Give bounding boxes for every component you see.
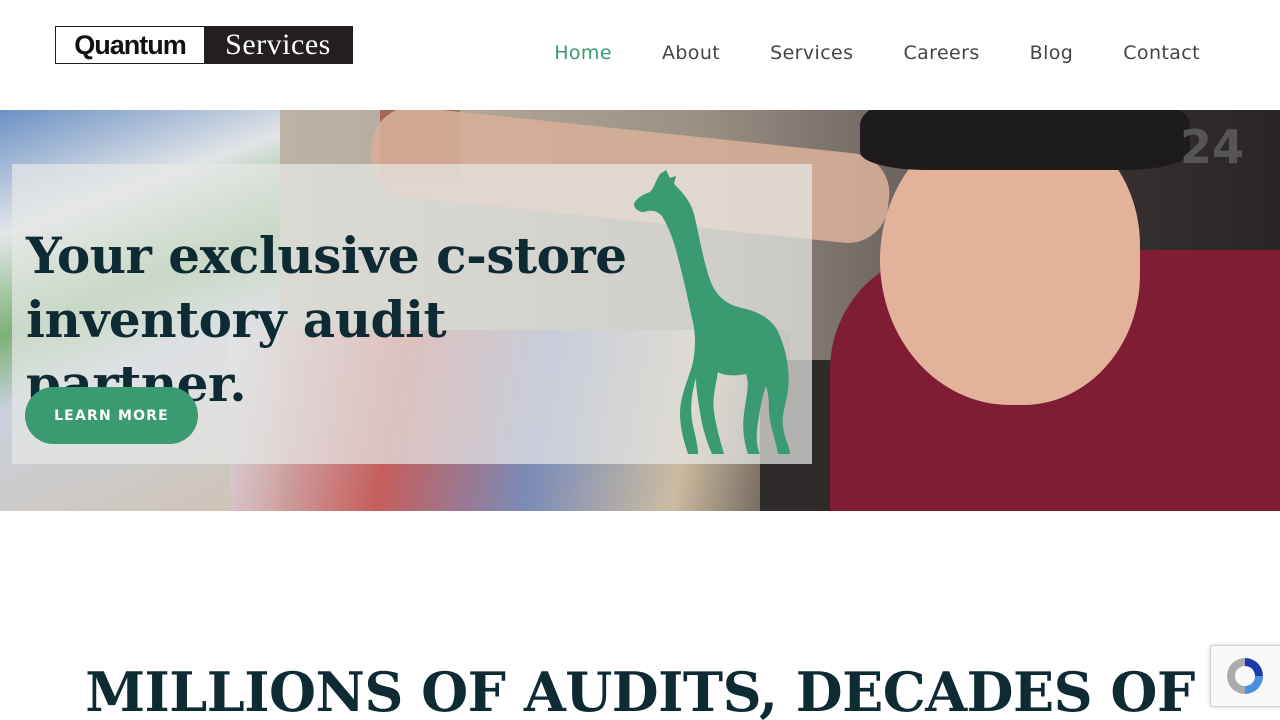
nav-item-services[interactable]: Services — [770, 42, 853, 64]
nav-item-contact[interactable]: Contact — [1123, 42, 1200, 64]
nav-item-home[interactable]: Home — [554, 42, 612, 64]
logo-word-services: Services — [204, 27, 352, 63]
store-sign-24: 24 — [1180, 120, 1245, 174]
logo-word-quantum: Quantum — [56, 27, 204, 63]
giraffe-icon — [634, 170, 790, 454]
nav-item-blog[interactable]: Blog — [1030, 42, 1074, 64]
quantum-services-logo[interactable]: Quantum Services — [55, 26, 353, 64]
hero-overlay-panel: Your exclusive c-store inventory audit p… — [12, 164, 812, 464]
recaptcha-badge[interactable] — [1210, 645, 1280, 707]
section-heading: MILLIONS OF AUDITS, DECADES OF — [85, 660, 1195, 720]
recaptcha-icon — [1227, 658, 1263, 694]
main-nav: Home About Services Careers Blog Contact — [504, 42, 1200, 64]
site-header: Quantum Services Home About Services Car… — [0, 0, 1280, 110]
nav-item-about[interactable]: About — [662, 42, 720, 64]
nav-item-careers[interactable]: Careers — [903, 42, 979, 64]
learn-more-button[interactable]: LEARN MORE — [25, 387, 198, 444]
hero-banner: 24 Your exclusive c-store inventory audi… — [0, 110, 1280, 511]
hero-photo-cap — [860, 110, 1190, 170]
